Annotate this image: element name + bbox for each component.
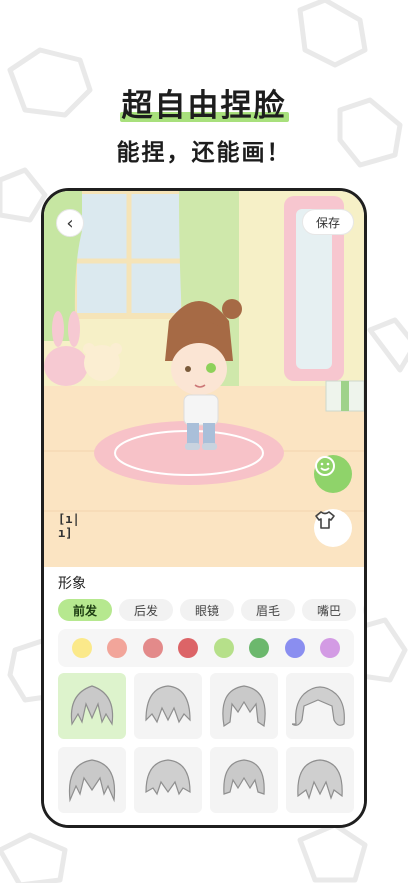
category-tabs: 前发 后发 眼镜 眉毛 嘴巴 撇红 [58,599,364,621]
customization-panel: 形象 前发 后发 眼镜 眉毛 嘴巴 撇红 [44,567,364,825]
hair-style-icon [145,759,191,796]
hair-option-8[interactable] [286,747,354,813]
panel-title: 形象 [58,576,86,592]
hair-style-icon [292,686,345,726]
hair-option-6[interactable] [134,747,202,813]
headline-title: 超自由捏脸 [119,80,289,125]
headline-subtitle: 能捏，还能画！ [116,140,292,166]
headline-title-text: 超自由捏脸 [121,88,287,124]
hair-option-7[interactable] [210,747,278,813]
tab-eyebrows[interactable]: 眉毛 [241,599,295,621]
hair-option-5[interactable] [58,747,126,813]
color-swatch[interactable] [320,638,341,658]
color-swatch[interactable] [107,638,128,658]
outfit-button[interactable] [314,509,352,547]
hair-option-4[interactable] [286,673,354,739]
hair-style-icon [297,759,343,800]
tab-front-hair[interactable]: 前发 [58,599,112,621]
tab-mouth[interactable]: 嘴巴 [302,599,356,621]
color-swatch[interactable] [178,638,199,658]
color-swatches [58,629,354,667]
hair-option-3[interactable] [210,673,278,739]
back-button[interactable]: ‹ [56,209,84,237]
tshirt-icon [315,511,335,529]
hair-options-grid [58,673,354,813]
voice-button[interactable]: [ı|ı] [58,511,92,541]
headline: 超自由捏脸 能捏，还能画！ [0,80,408,167]
color-swatch[interactable] [284,638,305,658]
hair-style-icon [223,759,265,795]
hair-style-icon [145,685,191,724]
save-button[interactable]: 保存 [302,209,354,235]
tab-back-hair[interactable]: 后发 [119,599,173,621]
color-swatch[interactable] [142,638,163,658]
color-swatch[interactable] [249,638,270,658]
color-swatch[interactable] [213,638,234,658]
color-swatch[interactable] [71,638,92,658]
hair-option-1[interactable] [58,673,126,739]
hair-style-icon [70,685,114,726]
hair-option-2[interactable] [134,673,202,739]
smiley-icon [315,456,335,476]
hair-style-icon [68,759,116,803]
hair-style-icon [222,685,266,728]
chevron-left-icon: ‹ [66,212,74,234]
tab-blush[interactable]: 撇红 [363,599,364,621]
phone-frame: ‹ 保存 [ı|ı] 形象 前发 后发 眼镜 眉毛 嘴巴 撇红 [41,188,367,828]
avatar-scene: ‹ 保存 [ı|ı] [44,191,364,567]
tab-glasses[interactable]: 眼镜 [180,599,234,621]
face-edit-button[interactable] [314,455,352,493]
